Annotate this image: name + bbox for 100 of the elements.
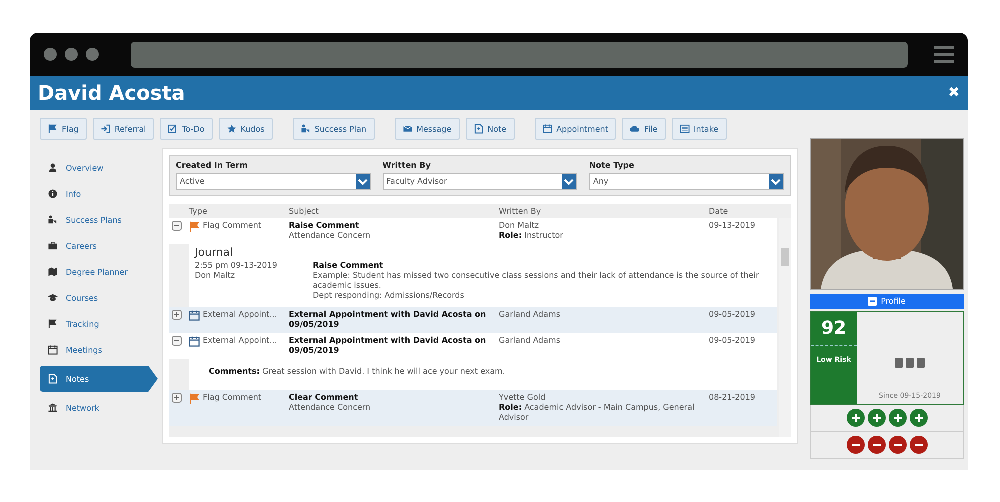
remove-button[interactable] <box>910 436 928 454</box>
toolbar-button[interactable]: To-Do <box>160 118 213 140</box>
plus-icon <box>892 413 902 423</box>
plus-icon <box>914 413 924 423</box>
flag-icon <box>48 319 58 329</box>
table-cell-text: 09-13-2019 <box>709 221 756 232</box>
toolbar-button[interactable]: Intake <box>672 118 727 140</box>
map-icon <box>48 267 58 277</box>
dropdown-field[interactable]: Faculty Advisor <box>382 173 578 190</box>
dropdown-field[interactable]: Any <box>589 173 784 190</box>
checkbox-icon <box>168 124 178 134</box>
sidebar-item[interactable]: Overview <box>40 158 158 178</box>
bank-icon <box>48 403 58 413</box>
scrollbar[interactable] <box>779 218 791 437</box>
journal-meta: 2:55 pm 09-13-2019 Don Maltz <box>195 261 278 282</box>
close-button[interactable]: ✖ <box>948 85 960 101</box>
plus-icon <box>850 413 860 423</box>
briefcase-icon <box>48 241 58 251</box>
window-dot <box>86 48 99 61</box>
table-cell: Flag Comment <box>203 221 262 230</box>
person-chart-icon <box>300 124 311 134</box>
window-dot <box>65 48 78 61</box>
add-button[interactable] <box>910 409 928 427</box>
calendar-icon <box>48 345 58 355</box>
menu-icon[interactable] <box>934 46 954 64</box>
sidebar-item[interactable]: Notes <box>40 366 158 392</box>
table-cell-text: Clear Comment Attendance Concern <box>289 393 372 414</box>
graduation-cap-icon <box>48 293 58 303</box>
table-cell-text: External Appointment with David Acosta on 09/05/2019 <box>289 336 488 356</box>
cloud-icon <box>630 124 640 134</box>
filter-label: Created In Term <box>176 161 249 170</box>
star-icon <box>226 124 237 134</box>
calendar-icon <box>542 124 553 134</box>
sidebar-item[interactable]: Courses <box>40 288 158 308</box>
toolbar-button[interactable]: Flag <box>40 118 87 140</box>
dropdown-field[interactable]: Active <box>176 173 371 190</box>
table-cell-text: 09-05-2019 <box>709 310 756 321</box>
document-icon <box>474 124 484 134</box>
envelope-icon <box>402 124 413 134</box>
comment-text: Comments: Great session with David. I think he will ace your next exam. <box>209 367 506 376</box>
person-icon <box>48 163 58 173</box>
table-cell-text: Don Maltz Role: Instructor <box>499 221 564 241</box>
toolbar-button[interactable]: Note <box>466 118 515 140</box>
column-header: Type <box>189 206 208 216</box>
profile-button[interactable]: Profile <box>810 294 964 309</box>
sidebar-item[interactable]: Info <box>40 184 158 204</box>
sign-in-icon <box>100 124 111 134</box>
toolbar-button[interactable]: Success Plan <box>292 118 375 140</box>
expand-icon[interactable] <box>172 310 182 320</box>
flag-icon <box>48 124 58 134</box>
toolbar-button[interactable]: Referral <box>92 118 154 140</box>
add-button[interactable] <box>846 409 864 427</box>
document-icon <box>48 374 58 384</box>
calendar-icon <box>189 336 201 348</box>
table-cell: Flag Comment <box>203 393 262 402</box>
remove-button[interactable] <box>888 436 906 454</box>
table-cell-text: Garland Adams <box>499 336 562 347</box>
flag-icon <box>189 221 201 233</box>
ellipsis-icon <box>895 358 925 368</box>
toolbar-button[interactable]: File <box>622 118 666 140</box>
table-cell-text: 09-05-2019 <box>709 336 756 347</box>
filter-label: Written By <box>382 161 432 170</box>
sidebar-item[interactable]: Careers <box>40 236 158 256</box>
table-cell-text: 08-21-2019 <box>709 393 756 404</box>
window-title: David Acosta <box>38 81 186 105</box>
sidebar-item[interactable]: Tracking <box>40 314 158 334</box>
toolbar-button[interactable]: Appointment <box>534 118 616 140</box>
column-header: Written By <box>499 206 542 216</box>
table-cell-text: Raise Comment Attendance Concern <box>289 221 372 241</box>
add-button[interactable] <box>888 409 906 427</box>
filter-label: Note Type <box>589 161 636 170</box>
flag-icon <box>189 393 201 405</box>
window-dot <box>44 48 57 61</box>
table-cell-text: External Appointment with David Acosta on 09/05/2019 <box>289 310 488 330</box>
sidebar-item[interactable]: Meetings <box>40 340 158 360</box>
toolbar-button[interactable]: Kudos <box>218 118 273 140</box>
form-icon <box>680 124 690 134</box>
info-icon <box>48 189 58 199</box>
remove-button[interactable] <box>868 436 886 454</box>
collapse-icon[interactable] <box>172 336 182 346</box>
column-header: Subject <box>289 206 320 216</box>
remove-button[interactable] <box>846 436 864 454</box>
person-chart-icon <box>48 215 58 225</box>
table-cell-text: Yvette Gold Role: Academic Advisor - Main Campus, General Advisor <box>499 393 696 423</box>
journal-entry: Raise Comment Example: Student has missed two consecutive class sessions and their lack of attendance is the source of their academic issues. Dept responding: Admissions/Records <box>313 261 760 301</box>
minus-icon <box>868 297 878 306</box>
sidebar-item[interactable]: Degree Planner <box>40 262 158 282</box>
calendar-icon <box>189 310 201 322</box>
toolbar-button[interactable]: Message <box>394 118 460 140</box>
table-cell-text: Garland Adams <box>499 310 562 321</box>
column-header: Date <box>709 206 730 216</box>
add-button[interactable] <box>868 409 886 427</box>
sidebar-item[interactable]: Network <box>40 398 158 418</box>
table-cell: External Appoint... <box>203 336 278 345</box>
journal-heading: Journal <box>195 246 234 259</box>
sidebar-item[interactable]: Success Plans <box>40 210 158 230</box>
collapse-icon[interactable] <box>172 221 182 231</box>
table-cell: External Appoint... <box>203 310 278 319</box>
plus-icon <box>872 413 882 423</box>
expand-icon[interactable] <box>172 393 182 403</box>
